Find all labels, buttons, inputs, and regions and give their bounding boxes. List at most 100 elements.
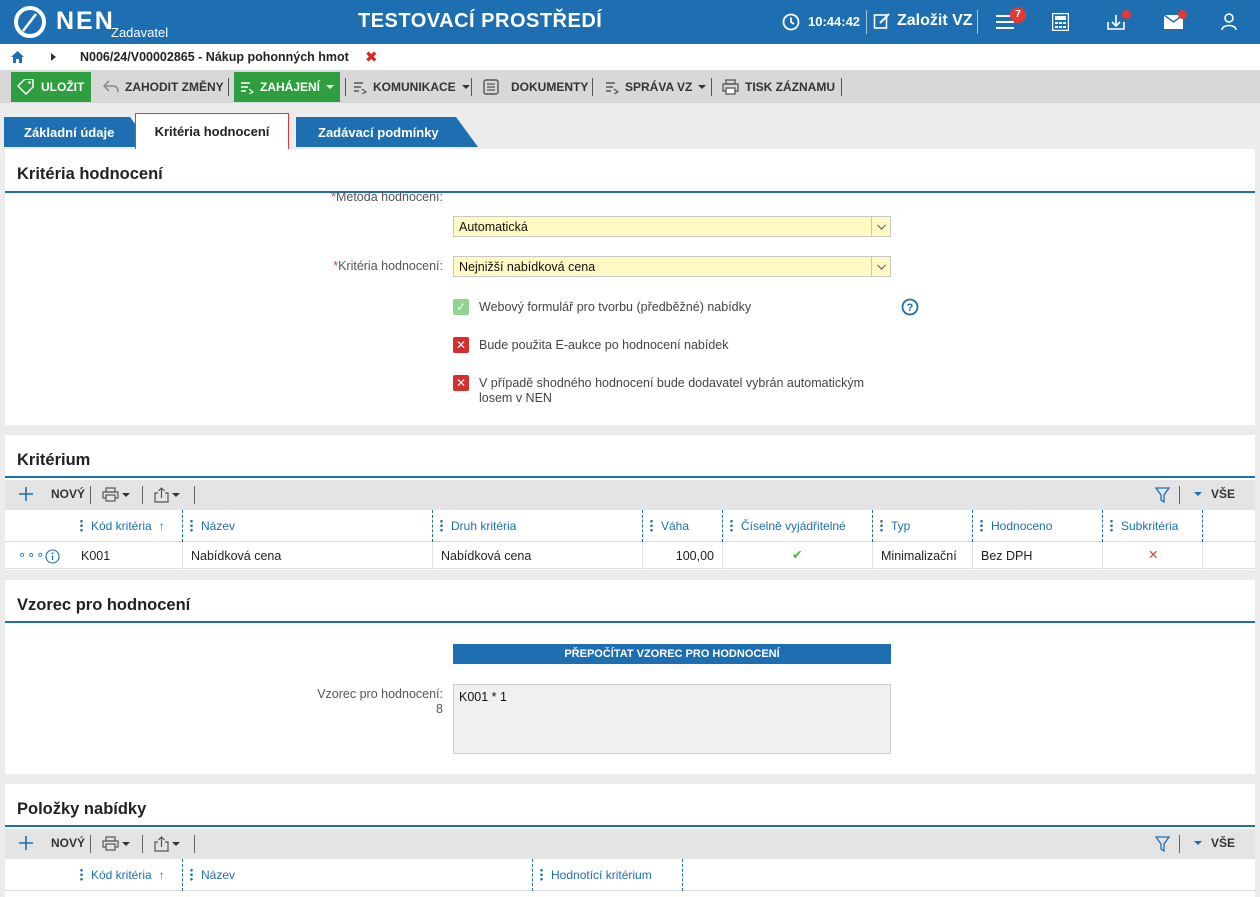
column-header-weight[interactable]: Váha [650, 510, 689, 542]
column-header-name[interactable]: Název [190, 859, 235, 891]
top-bar: NEN Zadavatel TESTOVACÍ PROSTŘEDÍ 10:44:… [0, 0, 1260, 44]
discard-changes-button[interactable]: ZAHODIT ZMĚNY [103, 74, 224, 100]
criteria-select[interactable]: Nejnižší nabídková cena [453, 256, 891, 277]
chevron-down-icon [326, 85, 334, 89]
column-header-kind[interactable]: Druh kritéria [440, 510, 516, 542]
breadcrumb-title[interactable]: N006/24/V00002865 - Nákup pohonných hmot [80, 50, 349, 64]
web-form-checkbox[interactable]: ✓ [453, 299, 469, 315]
tie-lottery-checkbox[interactable]: ✕ [453, 375, 469, 391]
column-menu-icon[interactable] [190, 868, 193, 881]
printer-icon [722, 79, 739, 95]
export-menu[interactable] [154, 836, 180, 852]
dropdown-button[interactable] [871, 217, 890, 236]
printer-icon [102, 487, 119, 502]
filter-icon[interactable] [1155, 836, 1170, 852]
column-header-criterion[interactable]: Hodnotící kritérium [540, 859, 652, 891]
tab-evaluation-criteria[interactable]: Kritéria hodnocení [135, 113, 289, 150]
vz-management-menu[interactable]: SPRÁVA VZ [605, 74, 707, 100]
new-item-button[interactable]: NOVÝ [18, 835, 85, 851]
criteria-panel: Kritéria hodnocení *Metoda hodnocení: Au… [5, 149, 1255, 425]
help-icon[interactable]: ? [901, 298, 919, 316]
column-menu-icon[interactable] [190, 519, 193, 532]
column-menu-icon[interactable] [80, 868, 83, 881]
web-form-label: Webový formulář pro tvorbu (předběžné) n… [479, 300, 752, 314]
column-header-numeric[interactable]: Číselně vyjádřitelné [730, 510, 846, 542]
communication-menu[interactable]: KOMUNIKACE [353, 74, 470, 100]
home-icon[interactable] [11, 51, 24, 63]
formula-label: Vzorec pro hodnocení: [317, 687, 443, 701]
info-icon[interactable] [45, 549, 60, 564]
new-criterion-button[interactable]: NOVÝ [18, 486, 85, 502]
column-menu-icon[interactable] [880, 519, 883, 532]
column-menu-icon[interactable] [730, 519, 733, 532]
divider [1179, 835, 1180, 853]
new-label: NOVÝ [51, 487, 86, 501]
table-row[interactable]: ∘∘∘ K001 Nabídková cena Nabídková cena 1… [5, 543, 1255, 569]
divider [90, 486, 91, 504]
formula-panel: Vzorec pro hodnocení PŘEPOČÍTAT VZOREC P… [5, 580, 1255, 774]
recalculate-formula-button[interactable]: PŘEPOČÍTAT VZOREC PRO HODNOCENÍ [453, 644, 891, 664]
divider [471, 78, 472, 96]
calculator-icon[interactable] [1052, 13, 1069, 31]
list-icon [240, 82, 254, 94]
start-label: ZAHÁJENÍ [259, 80, 320, 94]
tie-lottery-label: V případě shodného hodnocení bude dodava… [479, 376, 864, 405]
column-header-type[interactable]: Typ [880, 510, 910, 542]
export-menu[interactable] [154, 487, 180, 503]
column-header-code[interactable]: Kód kritéria ↑ [80, 510, 165, 542]
dropdown-button[interactable] [871, 257, 890, 276]
show-all-menu[interactable]: VŠE [1194, 836, 1235, 850]
criteria-label: Kritéria hodnocení: [338, 259, 443, 273]
column-menu-icon[interactable] [80, 519, 83, 532]
column-menu-icon[interactable] [980, 519, 983, 532]
new-label: NOVÝ [51, 836, 86, 850]
create-vz-label: Založit VZ [897, 12, 973, 29]
section-underline [5, 621, 1255, 623]
row-actions-icon[interactable]: ∘∘∘ [18, 547, 45, 563]
chevron-down-icon [698, 85, 707, 89]
show-all-menu[interactable]: VŠE [1194, 487, 1235, 501]
list-icon [606, 82, 619, 94]
save-button[interactable]: ULOŽIT [11, 72, 91, 102]
tab-basic-data[interactable]: Základní údaje [24, 117, 114, 147]
column-menu-icon[interactable] [540, 868, 543, 881]
column-header-name[interactable]: Název [190, 510, 235, 542]
divider [432, 510, 433, 542]
column-menu-icon[interactable] [1110, 519, 1113, 532]
plus-icon [19, 836, 33, 850]
chevron-down-icon [1194, 492, 1202, 496]
divider [228, 78, 229, 96]
cell-name: Nabídková cena [191, 549, 282, 563]
criterion-panel: Kritérium NOVÝ VŠE Kód kritéria ↑ Název D… [5, 435, 1255, 570]
print-menu[interactable] [102, 487, 130, 502]
column-menu-icon[interactable] [440, 519, 443, 532]
close-record-icon[interactable]: ✖ [365, 48, 378, 66]
discard-label: ZAHODIT ZMĚNY [125, 80, 224, 94]
divider [972, 510, 973, 542]
section-underline [5, 191, 1255, 193]
filter-icon[interactable] [1155, 487, 1170, 503]
criterion-grid-toolbar: NOVÝ VŠE [5, 480, 1255, 510]
formula-textarea[interactable]: K001 * 1 [453, 684, 891, 754]
method-select[interactable]: Automatická [453, 216, 891, 237]
divider [872, 543, 873, 569]
nen-logo-icon[interactable] [14, 6, 46, 38]
column-menu-icon[interactable] [650, 519, 653, 532]
tab-tender-conditions[interactable]: Zadávací podmínky [318, 117, 439, 147]
start-procedure-button[interactable]: ZAHÁJENÍ [234, 72, 340, 102]
criteria-section-title: Kritéria hodnocení [17, 165, 163, 183]
print-record-button[interactable]: TISK ZÁZNAMU [722, 74, 835, 100]
divider [872, 510, 873, 542]
column-header-evaluated[interactable]: Hodnoceno [980, 510, 1052, 542]
print-menu[interactable] [102, 836, 130, 851]
eauction-checkbox[interactable]: ✕ [453, 337, 469, 353]
user-icon[interactable] [1221, 13, 1237, 31]
documents-button[interactable]: DOKUMENTY [483, 74, 588, 100]
export-icon [154, 836, 169, 852]
column-header-subcriteria[interactable]: Subkritéria [1110, 510, 1178, 542]
column-header-code[interactable]: Kód kritéria ↑ [80, 859, 165, 891]
chevron-down-icon [461, 85, 470, 89]
divider [841, 78, 842, 96]
method-value: Automatická [459, 220, 528, 234]
method-label: Metoda hodnocení: [335, 190, 443, 204]
